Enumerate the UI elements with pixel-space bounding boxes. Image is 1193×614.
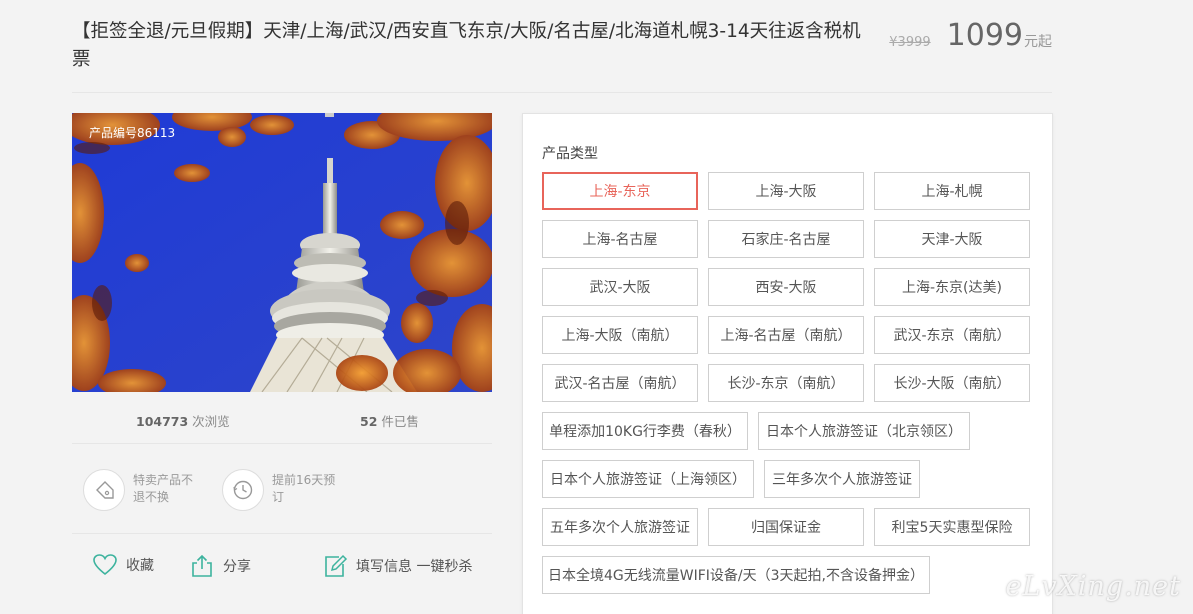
- product-type-option[interactable]: 天津-大阪: [874, 220, 1030, 258]
- heart-icon: [93, 554, 117, 576]
- view-count: 104773 次浏览: [136, 414, 230, 429]
- tokyo-skytree-image: [72, 113, 492, 392]
- product-type-option[interactable]: 利宝5天实惠型保险: [874, 508, 1030, 546]
- product-code: 产品编号86113: [89, 126, 176, 140]
- fill-info-button[interactable]: 填写信息 一键秒杀: [322, 553, 472, 579]
- product-type-option[interactable]: 石家庄-名古屋: [708, 220, 864, 258]
- product-features: 特卖产品不退不换 提前16天预订: [72, 444, 492, 534]
- price-unit: 元起: [1024, 34, 1052, 50]
- product-type-option[interactable]: 长沙-东京（南航）: [708, 364, 864, 402]
- product-type-label: 产品类型: [542, 146, 598, 162]
- product-type-option[interactable]: 上海-东京(达美): [874, 268, 1030, 306]
- product-header: 【拒签全退/元旦假期】天津/上海/武汉/西安直飞东京/大阪/名古屋/北海道札幌3…: [72, 16, 1052, 93]
- product-type-option[interactable]: 武汉-大阪: [542, 268, 698, 306]
- sale-price: 1099: [946, 18, 1023, 53]
- product-type-option[interactable]: 西安-大阪: [708, 268, 864, 306]
- product-type-option[interactable]: 上海-名古屋（南航）: [708, 316, 864, 354]
- original-price: ¥3999: [889, 35, 931, 50]
- product-actions: 收藏 分享 填写信息 一键秒杀: [72, 550, 492, 590]
- feature-text: 特卖产品不退不换: [133, 473, 194, 504]
- feature-advance-booking: 提前16天预订: [222, 469, 338, 511]
- product-type-option[interactable]: 单程添加10KG行李费（春秋）: [542, 412, 748, 450]
- product-type-option[interactable]: 武汉-名古屋（南航）: [542, 364, 698, 402]
- product-type-option[interactable]: 上海-大阪: [708, 172, 864, 210]
- price-area: ¥3999 1099 元起: [889, 16, 1052, 56]
- product-type-option[interactable]: 武汉-东京（南航）: [874, 316, 1030, 354]
- share-button[interactable]: 分享: [189, 553, 251, 579]
- product-type-option[interactable]: 上海-名古屋: [542, 220, 698, 258]
- share-icon: [192, 554, 212, 577]
- favorite-button[interactable]: 收藏: [92, 553, 154, 577]
- product-type-option[interactable]: 日本全境4G无线流量WIFI设备/天（3天起拍,不含设备押金）: [542, 556, 930, 594]
- sold-count: 52 件已售: [360, 414, 419, 429]
- product-type-option[interactable]: 三年多次个人旅游签证: [764, 460, 920, 498]
- product-title: 【拒签全退/元旦假期】天津/上海/武汉/西安直飞东京/大阪/名古屋/北海道札幌3…: [72, 21, 861, 70]
- fill-info-label: 填写信息 一键秒杀: [356, 559, 473, 575]
- product-type-option[interactable]: 上海-札幌: [874, 172, 1030, 210]
- product-type-option[interactable]: 上海-东京: [542, 172, 698, 210]
- product-type-option[interactable]: 日本个人旅游签证（上海领区）: [542, 460, 754, 498]
- feature-text: 提前16天预订: [272, 473, 336, 504]
- product-photo: 产品编号86113: [72, 113, 492, 392]
- product-stats: 104773 次浏览 52 件已售: [72, 393, 492, 444]
- product-type-panel: 产品类型 上海-东京 上海-大阪 上海-札幌上海-名古屋 石家庄-名古屋 天津-大阪武汉…: [522, 113, 1053, 614]
- feature-no-refund: 特卖产品不退不换: [83, 469, 199, 511]
- product-type-option[interactable]: 上海-大阪（南航）: [542, 316, 698, 354]
- tag-icon: [83, 469, 125, 511]
- share-label: 分享: [223, 559, 251, 575]
- product-type-option[interactable]: 日本个人旅游签证（北京领区）: [758, 412, 970, 450]
- edit-icon: [325, 554, 348, 577]
- product-type-option[interactable]: 长沙-大阪（南航）: [874, 364, 1030, 402]
- product-info-column: 产品编号86113 104773 次浏览 52 件已售 特卖产品不退不换 提前1…: [72, 113, 492, 577]
- favorite-label: 收藏: [126, 558, 154, 574]
- product-type-option[interactable]: 五年多次个人旅游签证: [542, 508, 698, 546]
- clock-icon: [222, 469, 264, 511]
- site-watermark: eLvXing.net: [1005, 571, 1181, 602]
- product-type-option[interactable]: 归国保证金: [708, 508, 864, 546]
